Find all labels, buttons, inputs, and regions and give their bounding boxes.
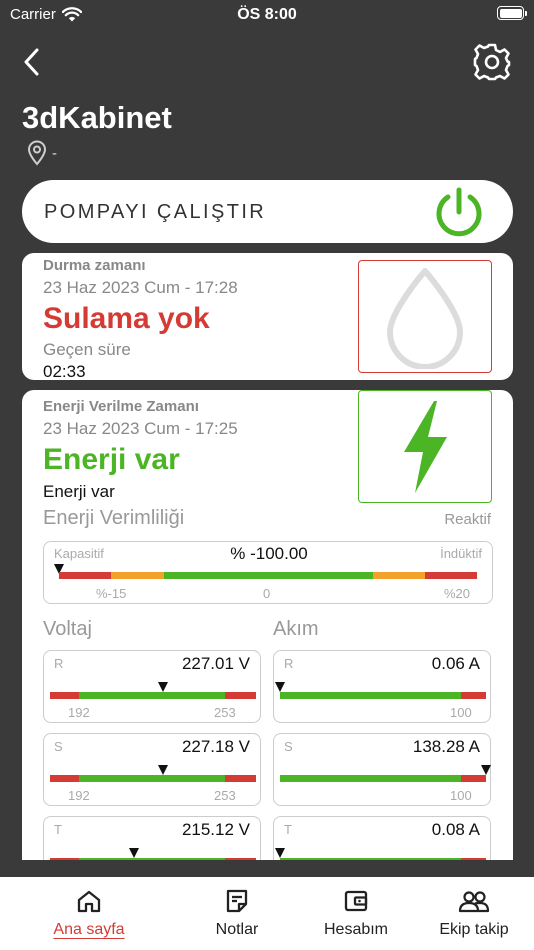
tab-home[interactable]: Ana sayfa	[30, 877, 148, 950]
efficiency-value: % -100.00	[230, 544, 308, 563]
voltage-max: 253	[214, 788, 236, 803]
voltage-min: 192	[68, 788, 90, 803]
voltage-value: 227.18 V	[181, 737, 250, 756]
clock: ÖS 8:00	[237, 6, 297, 23]
tab-account[interactable]: Hesabım	[304, 877, 408, 950]
energy-status-sub: Enerji var	[43, 482, 115, 501]
current-value: 0.08 A	[431, 820, 480, 839]
voltage-phase-label: S	[54, 739, 63, 754]
wallet-icon	[344, 890, 368, 912]
efficiency-tick-min: %-15	[96, 586, 127, 601]
current-max: 100	[450, 788, 472, 803]
elapsed-label: Geçen süre	[43, 340, 131, 359]
energy-icon-box	[358, 390, 492, 503]
voltage-phase-label: T	[54, 822, 62, 837]
lightning-icon	[404, 400, 447, 493]
current-phase-label: S	[284, 739, 293, 754]
current-max: 100	[450, 705, 472, 720]
elapsed-value: 02:33	[43, 362, 86, 381]
battery-icon	[497, 6, 527, 20]
current-title: Akım	[273, 618, 319, 640]
current-value: 138.28 A	[412, 737, 480, 756]
voltage-gauge-r: R 227.01 V 192 253	[43, 650, 261, 723]
tab-home-label: Ana sayfa	[53, 921, 125, 938]
tab-account-label: Hesabım	[323, 921, 389, 938]
voltage-marker	[128, 848, 139, 858]
efficiency-tick-zero: 0	[263, 586, 271, 601]
efficiency-bar	[59, 572, 477, 579]
run-pump-label: POMPAYI ÇALIŞTIR	[44, 201, 267, 223]
voltage-marker	[157, 682, 168, 692]
voltage-phase-label: R	[54, 656, 64, 671]
voltage-value: 215.12 V	[181, 820, 250, 839]
location-row: -	[26, 140, 57, 166]
current-marker	[274, 682, 285, 692]
back-button[interactable]	[16, 44, 46, 80]
voltage-title: Voltaj	[43, 618, 92, 640]
tab-team-tracking[interactable]: Ekip takip	[426, 877, 522, 950]
current-marker	[480, 765, 491, 775]
voltage-bar	[50, 775, 256, 782]
settings-button[interactable]	[472, 42, 512, 82]
current-bar	[280, 775, 486, 782]
current-bar	[280, 858, 486, 860]
status-bar: Carrier ÖS 8:00	[0, 0, 534, 30]
voltage-gauge-s: S 227.18 V 192 253	[43, 733, 261, 806]
energy-status: Enerji var	[43, 443, 180, 476]
voltage-bar	[50, 692, 256, 699]
efficiency-tick-max: %20	[444, 586, 471, 601]
current-gauge-r: R 0.06 A 100	[273, 650, 491, 723]
efficiency-gauge: Kapasitif İndüktif % -100.00 %-15 0 %20	[43, 541, 493, 604]
energy-status-card: Enerji Verilme Zamanı 23 Haz 2023 Cum - …	[22, 390, 513, 860]
location-pin-icon	[27, 140, 47, 166]
energy-time-date: 23 Haz 2023 Cum - 17:25	[43, 419, 238, 438]
tab-notes[interactable]: Notlar	[186, 877, 288, 950]
voltage-marker	[157, 765, 168, 775]
current-marker	[274, 848, 285, 858]
location-text: -	[52, 144, 57, 162]
irrigation-icon-box	[358, 260, 492, 373]
water-drop-icon	[387, 267, 463, 369]
page-title: 3dKabinet	[22, 100, 172, 135]
current-bar	[280, 692, 486, 699]
power-icon	[436, 187, 482, 237]
efficiency-title: Enerji Verimliliği	[43, 507, 185, 529]
reactive-label: Reaktif	[444, 511, 491, 528]
stop-time-heading: Durma zamanı	[43, 257, 146, 274]
stop-time-date: 23 Haz 2023 Cum - 17:28	[43, 278, 238, 297]
notes-icon	[226, 889, 248, 913]
current-phase-label: R	[284, 656, 294, 671]
current-value: 0.06 A	[431, 654, 480, 673]
current-phase-label: T	[284, 822, 292, 837]
tab-notes-label: Notlar	[215, 921, 259, 938]
tab-team-tracking-label: Ekip takip	[439, 921, 509, 938]
gear-icon	[473, 43, 511, 81]
run-pump-button[interactable]: POMPAYI ÇALIŞTIR	[22, 180, 513, 243]
chevron-left-icon	[24, 48, 39, 76]
voltage-value: 227.01 V	[181, 654, 250, 673]
irrigation-status-card: Durma zamanı 23 Haz 2023 Cum - 17:28 Sul…	[22, 253, 513, 381]
voltage-min: 192	[68, 705, 90, 720]
voltage-bar	[50, 858, 256, 860]
current-gauge-s: S 138.28 A 100	[273, 733, 491, 806]
home-icon	[77, 890, 101, 913]
energy-time-heading: Enerji Verilme Zamanı	[43, 398, 199, 415]
voltage-gauge-t: T 215.12 V	[43, 816, 261, 860]
voltage-max: 253	[214, 705, 236, 720]
bottom-tab-bar: Ana sayfa Notlar Hesabım Ekip takip	[0, 877, 534, 950]
current-gauge-t: T 0.08 A	[273, 816, 491, 860]
team-icon	[458, 891, 490, 913]
irrigation-status: Sulama yok	[43, 302, 210, 335]
